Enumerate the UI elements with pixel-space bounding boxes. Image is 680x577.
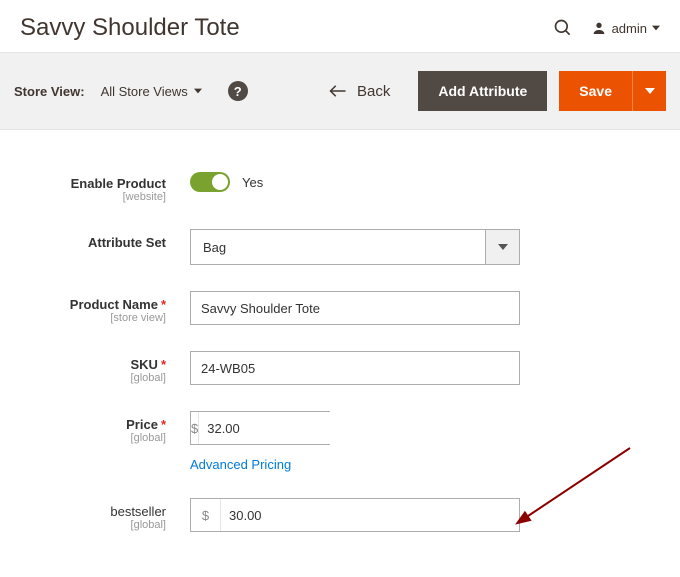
price-scope: [global] [40,432,166,444]
arrow-left-icon [329,85,347,97]
store-view-value: All Store Views [101,84,188,99]
advanced-pricing-link[interactable]: Advanced Pricing [190,457,291,472]
attribute-set-value: Bag [191,230,485,264]
caret-down-icon [194,87,202,95]
currency-symbol: $ [191,412,199,444]
bestseller-label: bestseller [110,504,166,519]
sku-label: SKU* [130,357,166,372]
back-button[interactable]: Back [313,83,406,100]
admin-menu[interactable]: admin [591,20,660,36]
attribute-set-label: Attribute Set [88,235,166,250]
store-view-label: Store View: [14,84,85,99]
product-name-label: Product Name* [70,297,166,312]
enable-product-scope: [website] [40,191,166,203]
enable-product-toggle[interactable] [190,172,230,192]
bestseller-scope: [global] [40,519,166,531]
sku-input[interactable] [190,351,520,385]
save-button[interactable]: Save [559,71,632,111]
admin-label: admin [612,21,647,36]
toggle-knob [212,174,228,190]
product-name-input[interactable] [190,291,520,325]
caret-down-icon [645,86,655,96]
currency-symbol: $ [191,499,221,531]
save-dropdown-button[interactable] [632,71,666,111]
page-title: Savvy Shoulder Tote [20,14,240,42]
back-label: Back [357,83,390,100]
sku-scope: [global] [40,372,166,384]
attribute-set-select[interactable]: Bag [190,229,520,265]
enable-product-value: Yes [242,175,263,190]
chevron-down-icon [485,230,519,264]
search-icon[interactable] [553,18,573,38]
bestseller-input[interactable] [221,499,519,531]
enable-product-label: Enable Product [71,176,166,191]
price-label: Price* [126,417,166,432]
add-attribute-button[interactable]: Add Attribute [418,71,547,111]
help-icon[interactable]: ? [228,81,248,101]
store-view-select[interactable]: All Store Views [101,84,202,99]
price-input[interactable] [199,412,391,444]
user-icon [591,20,607,36]
caret-down-icon [652,24,660,32]
product-name-scope: [store view] [40,312,166,324]
